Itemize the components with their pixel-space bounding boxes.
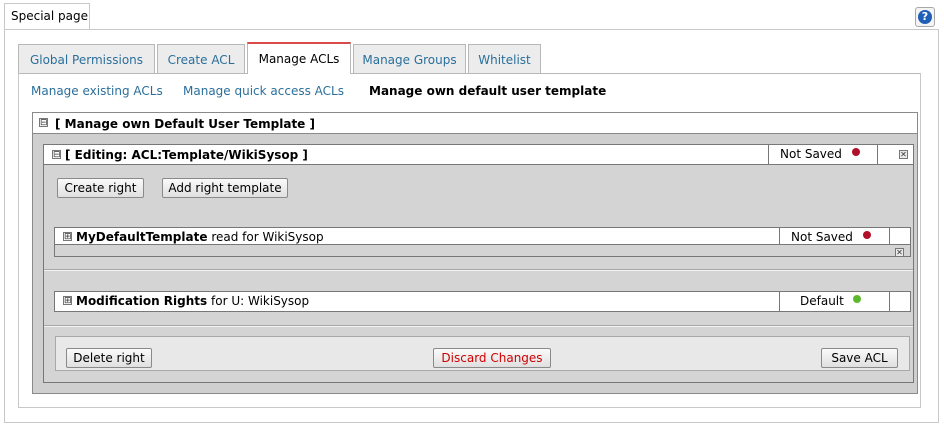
acl-status-text: Not Saved [780,147,842,161]
section-divider [44,326,913,327]
close-icon[interactable]: ✕ [895,248,904,257]
tab-create-acl[interactable]: Create ACL [157,44,245,73]
row-cell-divider [779,291,780,312]
right-status-text: Default [800,294,844,308]
collapse-icon[interactable]: ⊟ [39,118,48,128]
add-right-template-button[interactable]: Add right template [162,178,288,198]
close-icon[interactable]: ✕ [899,150,908,159]
right-row-footer [54,245,911,257]
discard-changes-button[interactable]: Discard Changes [433,348,551,368]
section-divider [44,270,913,271]
expand-icon[interactable]: ⊞ [63,296,72,306]
row-cell-divider [779,227,780,245]
editing-acl-title: [ Editing: ACL:Template/WikiSysop ] [65,148,308,162]
right-name: Modification Rights [76,294,208,308]
expand-icon[interactable]: ⊞ [63,232,72,242]
special-page-tab: Special page [4,3,90,30]
subnav-manage-own-default-template: Manage own default user template [369,84,607,98]
tab-manage-groups[interactable]: Manage Groups [353,44,466,73]
row-cell-divider [889,291,890,312]
subnav-manage-quick-access-acls[interactable]: Manage quick access ACLs [183,84,344,98]
special-page-title: Special page [11,9,89,23]
tab-label: Manage Groups [362,53,457,67]
right-row-modification-rights[interactable]: Modification Rights for U: WikiSysop [54,291,911,312]
right-row-mydefaulttemplate[interactable]: MyDefaultTemplate read for WikiSysop [54,227,911,245]
save-acl-button[interactable]: Save ACL [821,348,898,368]
tab-label: Whitelist [478,53,531,67]
collapse-icon[interactable]: ⊟ [52,150,61,160]
tab-global-permissions[interactable]: Global Permissions [18,44,155,73]
tab-label: Manage ACLs [258,52,340,66]
subnav-manage-existing-acls[interactable]: Manage existing ACLs [31,84,163,98]
right-detail: for U: WikiSysop [211,294,310,308]
create-right-button[interactable]: Create right [57,178,144,198]
right-detail: read for WikiSysop [211,230,324,244]
right-name: MyDefaultTemplate [76,230,208,244]
default-template-panel-header: [ Manage own Default User Template ] [33,113,917,134]
default-status-dot-icon [853,295,861,303]
header-cell-divider [877,145,878,165]
tab-whitelist[interactable]: Whitelist [468,44,541,73]
row-cell-divider [889,227,890,245]
help-button[interactable]: ? [915,7,935,27]
unsaved-status-dot-icon [852,148,860,156]
tab-label: Global Permissions [29,53,144,67]
default-template-panel-title: [ Manage own Default User Template ] [55,117,315,131]
tab-label: Create ACL [167,53,235,67]
header-cell-divider [768,145,769,165]
tab-manage-acls[interactable]: Manage ACLs [247,42,351,74]
help-icon: ? [918,10,932,24]
right-status-text: Not Saved [791,230,853,244]
unsaved-status-dot-icon [863,231,871,239]
delete-right-button[interactable]: Delete right [66,348,152,368]
